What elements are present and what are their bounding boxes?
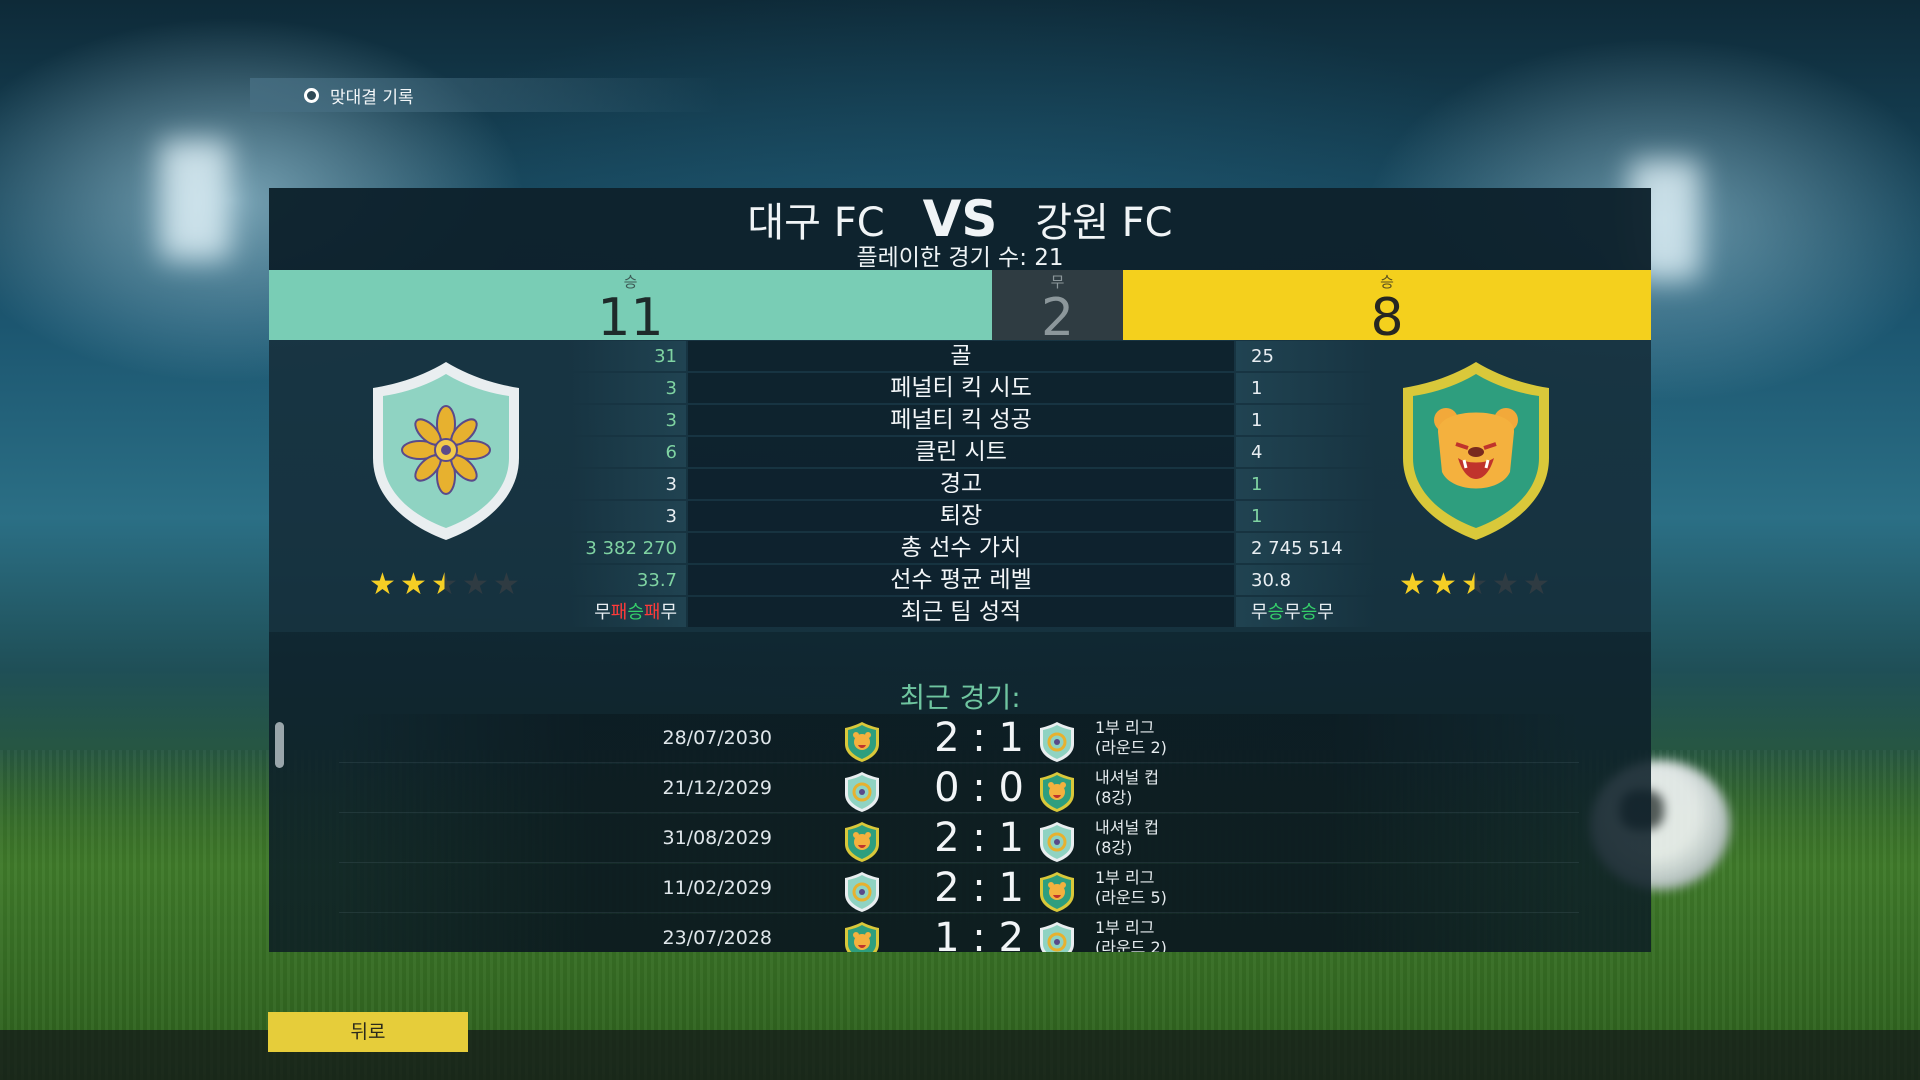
form-result: 승 bbox=[1267, 602, 1285, 623]
away-stat-value: 30.8 bbox=[1251, 570, 1292, 591]
match-score: 2 : 1 bbox=[934, 815, 1024, 861]
breadcrumb-label: 맞대결 기록 bbox=[330, 87, 414, 108]
match-row[interactable]: 21/12/2029 0 : 0 내셔널 컵 (8강) bbox=[339, 764, 1579, 813]
back-button[interactable]: 뒤로 bbox=[268, 1012, 468, 1052]
form-result: 승 bbox=[627, 602, 644, 623]
away-stat-value: 4 bbox=[1251, 442, 1263, 463]
match-date: 21/12/2029 bbox=[662, 777, 772, 799]
stat-row-red-cards: 3 퇴장 1 bbox=[269, 501, 1651, 532]
bear-crest-icon bbox=[1040, 872, 1074, 912]
stat-row-recent-form: 무패승패무 최근 팀 성적 무승무승무 bbox=[269, 597, 1651, 628]
stat-label: 최근 팀 성적 bbox=[688, 597, 1234, 627]
away-stat-value: 1 bbox=[1251, 506, 1263, 527]
stat-row-clean-sheets: 6 클린 시트 4 bbox=[269, 437, 1651, 468]
head-to-head-panel: 대구 FC VS 강원 FC 플레이한 경기 수: 21 승 11 무 2 승 8 bbox=[269, 188, 1651, 952]
scrollbar-thumb[interactable] bbox=[275, 722, 284, 768]
match-competition: 1부 리그 (라운드 5) bbox=[1095, 868, 1167, 907]
match-competition: 1부 리그 (라운드 2) bbox=[1095, 718, 1167, 757]
match-competition: 1부 리그 (라운드 2) bbox=[1095, 918, 1167, 952]
form-result: 무 bbox=[1284, 602, 1301, 623]
flower-crest-icon bbox=[1040, 822, 1074, 862]
form-result: 승 bbox=[1300, 602, 1318, 623]
home-stat-value: 3 bbox=[665, 378, 677, 399]
away-stat-value: 1 bbox=[1251, 410, 1263, 431]
bear-crest-icon bbox=[845, 722, 879, 762]
match-row[interactable]: 23/07/2028 1 : 2 1부 리그 (라운드 2) bbox=[339, 914, 1579, 952]
stat-label: 경고 bbox=[688, 469, 1234, 499]
match-score: 1 : 2 bbox=[934, 915, 1024, 952]
home-wins-segment: 승 11 bbox=[269, 270, 992, 344]
bear-crest-icon bbox=[1040, 772, 1074, 812]
away-stat-value: 2 745 514 bbox=[1251, 538, 1343, 559]
stat-label: 페널티 킥 성공 bbox=[688, 405, 1234, 435]
head-to-head-record: 승 11 무 2 승 8 bbox=[269, 270, 1651, 344]
home-stat-value: 3 bbox=[665, 506, 677, 527]
match-score: 2 : 1 bbox=[934, 865, 1024, 911]
match-row[interactable]: 31/08/2029 2 : 1 내셔널 컵 (8강) bbox=[339, 814, 1579, 863]
form-result: 무 bbox=[660, 602, 677, 623]
stat-label: 총 선수 가치 bbox=[688, 533, 1234, 563]
away-wins-count: 8 bbox=[1370, 288, 1404, 348]
form-result: 패 bbox=[610, 602, 628, 623]
draws-segment: 무 2 bbox=[992, 270, 1123, 344]
away-stat-value: 1 bbox=[1251, 474, 1263, 495]
match-score: 0 : 0 bbox=[934, 765, 1024, 811]
games-played: 플레이한 경기 수: 21 bbox=[856, 245, 1064, 271]
away-form: 무승무승무 bbox=[1243, 597, 1423, 628]
stat-row-penalties-scored: 3 페널티 킥 성공 1 bbox=[269, 405, 1651, 436]
stat-label: 퇴장 bbox=[688, 501, 1234, 531]
home-stat-value: 33.7 bbox=[636, 570, 677, 591]
home-stat-value: 3 bbox=[665, 474, 677, 495]
home-stat-value: 31 bbox=[654, 346, 677, 367]
home-stat-value: 6 bbox=[665, 442, 677, 463]
stat-row-penalties-taken: 3 페널티 킥 시도 1 bbox=[269, 373, 1651, 404]
stat-row-yellow-cards: 3 경고 1 bbox=[269, 469, 1651, 500]
match-date: 31/08/2029 bbox=[662, 827, 772, 849]
stat-label: 골 bbox=[688, 341, 1234, 371]
form-result: 무 bbox=[1251, 602, 1268, 623]
match-row[interactable]: 28/07/2030 2 : 1 1부 리그 (라운드 2) bbox=[339, 714, 1579, 763]
form-result: 무 bbox=[594, 602, 611, 623]
floodlight-left bbox=[160, 140, 230, 260]
recent-matches-title: 최근 경기: bbox=[899, 681, 1021, 714]
breadcrumb[interactable]: 맞대결 기록 bbox=[250, 78, 720, 112]
draws-count: 2 bbox=[1040, 288, 1075, 348]
form-result: 패 bbox=[643, 602, 661, 623]
home-wins-count: 11 bbox=[597, 288, 664, 348]
stat-label: 선수 평균 레벨 bbox=[688, 565, 1234, 595]
home-stat-value: 3 bbox=[665, 410, 677, 431]
form-result: 무 bbox=[1317, 602, 1334, 623]
stat-row-goals: 31 골 25 bbox=[269, 341, 1651, 372]
stat-row-squad-value: 3 382 270 총 선수 가치 2 745 514 bbox=[269, 533, 1651, 564]
flower-crest-icon bbox=[845, 872, 879, 912]
stats-comparison: ★ ★ ★ ★ ★ ★ ★ ★ ★ ★ 31 골 25 3 페널티 킥 시도 1… bbox=[269, 340, 1651, 632]
match-competition: 내셔널 컵 (8강) bbox=[1095, 818, 1159, 857]
away-wins-segment: 승 8 bbox=[1123, 270, 1651, 344]
home-form: 무패승패무 bbox=[529, 597, 677, 628]
bear-crest-icon bbox=[845, 822, 879, 862]
match-score: 2 : 1 bbox=[934, 715, 1024, 761]
stat-label: 페널티 킥 시도 bbox=[688, 373, 1234, 403]
away-stat-value: 25 bbox=[1251, 346, 1274, 367]
matchup-header: 대구 FC VS 강원 FC 플레이한 경기 수: 21 bbox=[269, 188, 1651, 271]
stat-label: 클린 시트 bbox=[688, 437, 1234, 467]
match-date: 11/02/2029 bbox=[662, 877, 772, 899]
bear-crest-icon bbox=[845, 922, 879, 952]
recent-matches-list: 28/07/2030 2 : 1 1부 리그 (라운드 2) 21/12/2029… bbox=[339, 714, 1579, 952]
match-date: 23/07/2028 bbox=[662, 927, 772, 949]
radio-ring-icon bbox=[304, 88, 319, 103]
match-row[interactable]: 11/02/2029 2 : 1 1부 리그 (라운드 5) bbox=[339, 864, 1579, 913]
home-stat-value: 3 382 270 bbox=[585, 538, 677, 559]
flower-crest-icon bbox=[1040, 922, 1074, 952]
flower-crest-icon bbox=[1040, 722, 1074, 762]
away-stat-value: 1 bbox=[1251, 378, 1263, 399]
flower-crest-icon bbox=[845, 772, 879, 812]
match-competition: 내셔널 컵 (8강) bbox=[1095, 768, 1159, 807]
stat-row-average-level: 33.7 선수 평균 레벨 30.8 bbox=[269, 565, 1651, 596]
match-date: 28/07/2030 bbox=[662, 727, 772, 749]
